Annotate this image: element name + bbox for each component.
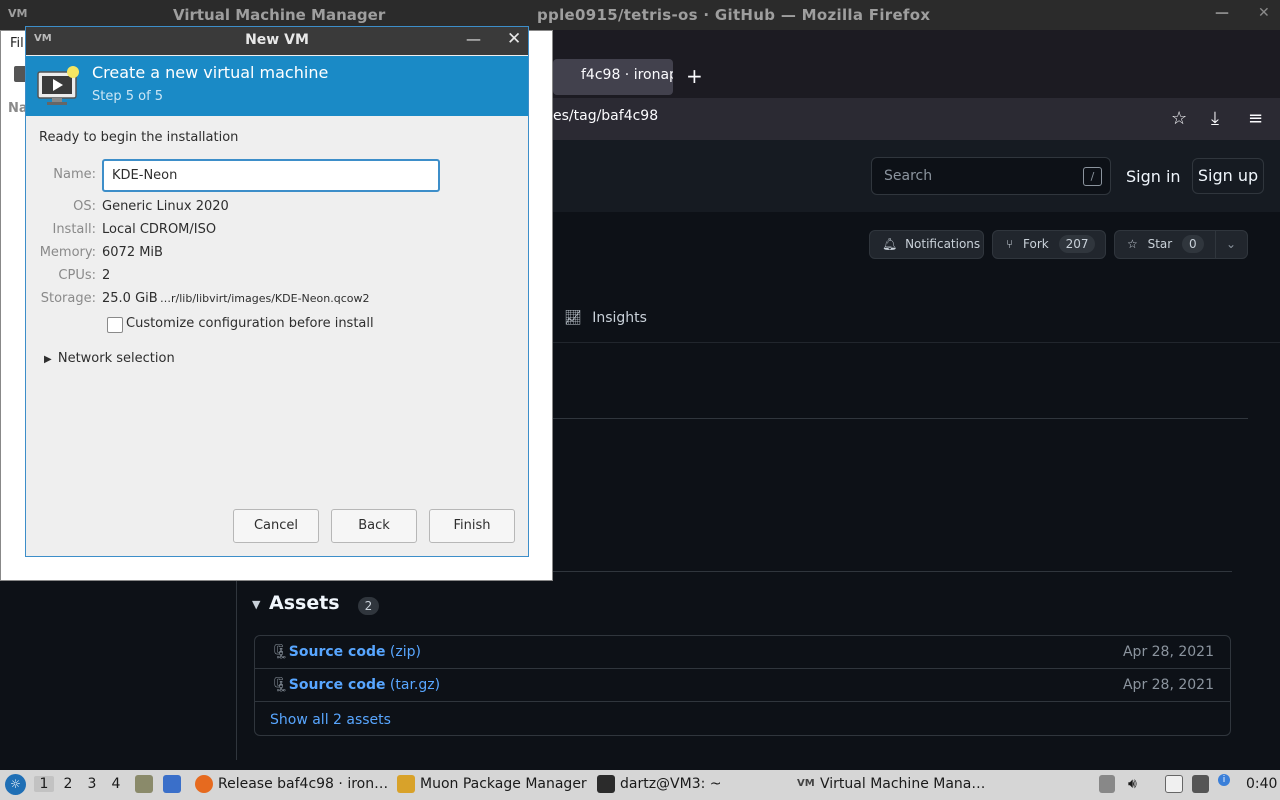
workspace-3[interactable]: 3 xyxy=(82,776,102,792)
divider xyxy=(553,418,1248,419)
zip-file-icon: 🗜︎ xyxy=(271,677,289,693)
expander-arrow-icon: ▶ xyxy=(44,354,52,365)
install-value: Local CDROM/ISO xyxy=(102,222,217,237)
name-label: Name: xyxy=(53,167,96,182)
minimize-icon[interactable]: — xyxy=(466,30,481,48)
divider xyxy=(553,342,1280,343)
notification-icon[interactable]: i xyxy=(1218,774,1230,786)
terminal-icon xyxy=(597,775,615,793)
close-icon[interactable]: ✕ xyxy=(1258,5,1270,21)
notifications-button[interactable]: 🔔︎ Notifications xyxy=(869,230,984,259)
assets-list: 🗜︎Source code (zip) Apr 28, 2021 🗜︎Sourc… xyxy=(254,635,1231,736)
cpus-value: 2 xyxy=(102,268,111,283)
file-manager-icon[interactable] xyxy=(135,775,153,793)
firefox-icon xyxy=(195,775,213,793)
assets-heading[interactable]: Assets xyxy=(269,592,340,614)
menu-file[interactable]: Fil xyxy=(10,36,24,51)
vmm-task-icon: VM xyxy=(797,778,815,789)
muon-icon xyxy=(397,775,415,793)
dialog-titlebar: VM New VM — ✕ xyxy=(26,27,528,55)
star-count: 0 xyxy=(1182,235,1204,253)
customize-checkbox[interactable] xyxy=(107,317,123,333)
bookmark-star-icon[interactable]: ☆ xyxy=(1171,108,1187,129)
fork-count: 207 xyxy=(1058,235,1096,253)
storage-label: Storage: xyxy=(40,291,96,306)
tray-update-icon[interactable] xyxy=(1099,775,1115,793)
fork-button[interactable]: ⑂ Fork 207 xyxy=(992,230,1106,259)
ready-text: Ready to begin the installation xyxy=(39,130,239,145)
graph-icon: 📈︎ xyxy=(564,310,582,326)
star-button[interactable]: ☆ Star 0 ⌄ xyxy=(1114,230,1248,259)
search-shortcut-icon: / xyxy=(1083,167,1102,186)
cpus-label: CPUs: xyxy=(58,268,96,283)
back-button[interactable]: Back xyxy=(331,509,417,543)
show-desktop-icon[interactable] xyxy=(163,775,181,793)
asset-row: 🗜︎Source code (zip) Apr 28, 2021 xyxy=(255,636,1230,669)
new-tab-button[interactable]: + xyxy=(686,64,703,88)
step-indicator: Step 5 of 5 xyxy=(92,89,164,104)
asset-link[interactable]: 🗜︎Source code (zip) xyxy=(271,644,421,660)
close-icon[interactable]: ✕ xyxy=(507,29,521,49)
vmm-app-icon: VM xyxy=(8,7,28,20)
search-input[interactable]: Search / xyxy=(871,157,1111,195)
finish-button[interactable]: Finish xyxy=(429,509,515,543)
cancel-button[interactable]: Cancel xyxy=(233,509,319,543)
os-label: OS: xyxy=(73,199,96,214)
taskbar: ☼ 1 2 3 4 Release baf4c98 · iron… Muon P… xyxy=(0,770,1280,800)
network-selection-expander[interactable]: ▶ Network selection xyxy=(44,351,175,366)
assets-count-badge: 2 xyxy=(358,597,379,615)
vmm-window-title: Virtual Machine Manager xyxy=(173,6,386,24)
zip-file-icon: 🗜︎ xyxy=(271,644,289,660)
firefox-tab[interactable]: f4c98 · ironap xyxy=(553,59,673,95)
task-muon[interactable]: Muon Package Manager xyxy=(420,776,587,792)
volume-icon[interactable]: 🔊︎ xyxy=(1128,776,1137,792)
asset-link[interactable]: 🗜︎Source code (tar.gz) xyxy=(271,677,440,693)
firefox-window-title: pple0915/tetris-os · GitHub — Mozilla Fi… xyxy=(537,6,931,24)
star-icon: ☆ xyxy=(1127,237,1138,251)
network-icon[interactable] xyxy=(1192,775,1209,793)
workspace-2[interactable]: 2 xyxy=(58,776,78,792)
divider xyxy=(553,571,1232,572)
assets-toggle-icon[interactable]: ▼ xyxy=(252,598,260,611)
bell-icon: 🔔︎ xyxy=(882,237,898,251)
menu-icon[interactable]: ≡ xyxy=(1248,108,1263,129)
task-terminal[interactable]: dartz@VM3: ~ xyxy=(620,776,722,792)
new-vm-dialog: VM New VM — ✕ Create a new virtual machi… xyxy=(25,26,529,557)
minimize-icon[interactable]: — xyxy=(1215,5,1229,21)
customize-label[interactable]: Customize configuration before install xyxy=(126,316,374,331)
task-vmm[interactable]: Virtual Machine Mana… xyxy=(820,776,985,792)
memory-label: Memory: xyxy=(39,245,96,260)
memory-value: 6072 MiB xyxy=(102,245,163,260)
show-all-assets-link[interactable]: Show all 2 assets xyxy=(270,712,391,728)
app-menu-icon[interactable]: ☼ xyxy=(5,774,26,795)
clipboard-icon[interactable] xyxy=(1165,775,1183,793)
workspace-4[interactable]: 4 xyxy=(106,776,126,792)
dialog-banner: Create a new virtual machine Step 5 of 5 xyxy=(26,56,528,116)
dialog-title: New VM xyxy=(245,32,309,48)
asset-date: Apr 28, 2021 xyxy=(1122,677,1214,693)
os-value: Generic Linux 2020 xyxy=(102,199,229,214)
storage-path: …r/lib/libvirt/images/KDE-Neon.qcow2 xyxy=(160,292,370,305)
install-label: Install: xyxy=(52,222,96,237)
timeline-line xyxy=(236,580,237,760)
monitor-icon xyxy=(37,66,79,105)
search-placeholder: Search xyxy=(884,168,933,184)
clock[interactable]: 0:40 xyxy=(1246,776,1277,792)
task-firefox[interactable]: Release baf4c98 · iron… xyxy=(218,776,388,792)
download-icon[interactable]: ⤓ xyxy=(1211,108,1219,129)
workspace-1[interactable]: 1 xyxy=(34,776,54,792)
dialog-heading: Create a new virtual machine xyxy=(92,63,329,82)
storage-value: 25.0 GiB xyxy=(102,291,158,306)
asset-date: Apr 28, 2021 xyxy=(1122,644,1214,660)
name-field[interactable]: KDE-Neon xyxy=(102,159,440,192)
fork-icon: ⑂ xyxy=(1006,237,1014,251)
star-dropdown-icon[interactable]: ⌄ xyxy=(1215,231,1236,258)
sign-in-link[interactable]: Sign in xyxy=(1126,167,1181,186)
sign-up-button[interactable]: Sign up xyxy=(1192,158,1264,194)
url-bar[interactable]: es/tag/baf4c98 xyxy=(553,108,658,124)
tab-insights[interactable]: 📈︎ Insights xyxy=(564,310,647,326)
asset-row: 🗜︎Source code (tar.gz) Apr 28, 2021 xyxy=(255,669,1230,702)
